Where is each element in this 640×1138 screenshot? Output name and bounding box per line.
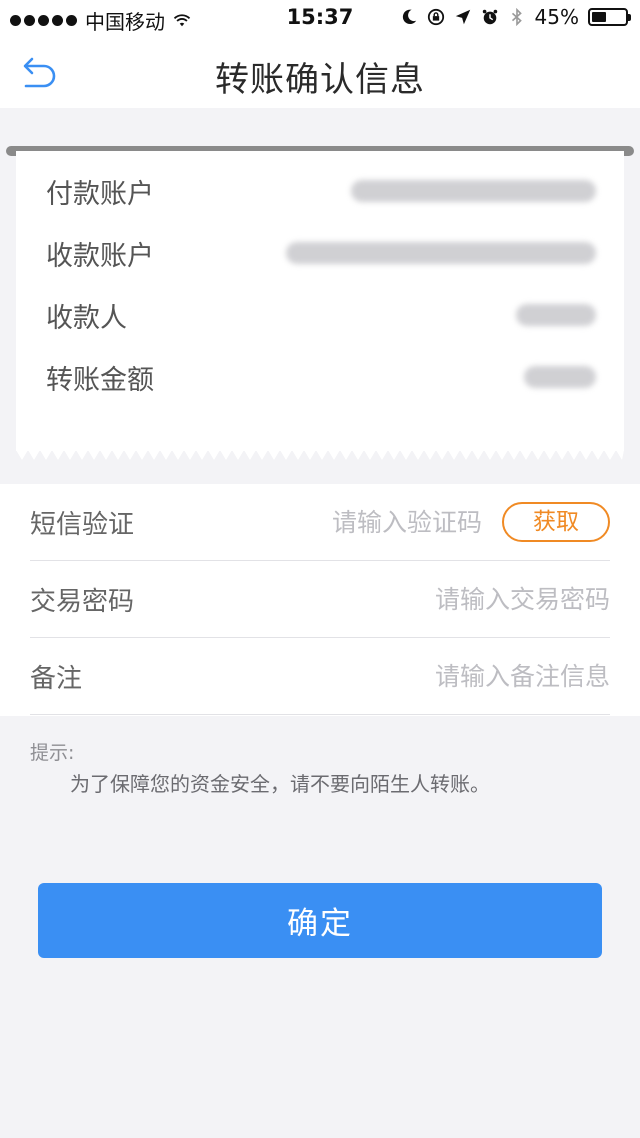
note-row: 备注 [30, 638, 610, 715]
receipt-row-payer: 付款账户 [46, 171, 596, 211]
receipt-label: 收款账户 [46, 240, 154, 272]
orientation-lock-icon [427, 8, 444, 26]
receipt-row-payee: 收款人 [46, 295, 596, 335]
battery-fill [592, 12, 606, 22]
receipt-card: 付款账户 收款账户 收款人 转账金额 [16, 151, 624, 451]
status-bar: 中国移动 15:37 45% [0, 0, 640, 36]
note-label: 备注 [30, 663, 83, 694]
sms-row: 短信验证 获取 [30, 484, 610, 561]
receipt-torn-edge [16, 440, 624, 460]
redacted-value [516, 304, 596, 326]
redacted-value [286, 242, 596, 264]
nav-bar: 转账确认信息 [0, 36, 640, 108]
location-arrow-icon [455, 9, 470, 25]
verification-form: 短信验证 获取 交易密码 备注 [0, 484, 640, 716]
redacted-value [524, 366, 596, 388]
sms-right: 获取 [322, 502, 610, 542]
page-title: 转账确认信息 [215, 60, 425, 100]
battery-percent: 45% [534, 5, 579, 29]
get-code-button[interactable]: 获取 [502, 502, 610, 542]
tip-title: 提示: [30, 742, 75, 764]
receipt-row-payee-account: 收款账户 [46, 233, 596, 273]
password-label: 交易密码 [30, 586, 135, 617]
receipt-label: 收款人 [46, 302, 127, 334]
receipt-label: 转账金额 [46, 364, 154, 396]
alarm-icon [482, 9, 497, 25]
confirm-button[interactable]: 确定 [38, 883, 602, 958]
sms-label: 短信验证 [30, 509, 135, 540]
password-row: 交易密码 [30, 561, 610, 638]
receipt-label: 付款账户 [46, 178, 154, 210]
tip-text: 为了保障您的资金安全，请不要向陌生人转账。 [70, 772, 490, 796]
status-bar-right: 45% [400, 5, 631, 29]
receipt-row-amount: 转账金额 [46, 357, 596, 397]
note-input[interactable] [310, 661, 610, 691]
bluetooth-icon [511, 8, 522, 26]
battery-icon [588, 8, 631, 26]
moon-icon [402, 9, 416, 25]
password-input[interactable] [310, 584, 610, 614]
screen: 中国移动 15:37 45% 转账确认信息 付款账户 收款账户 收款人 转账金额… [0, 0, 640, 1138]
sms-code-input[interactable] [322, 507, 482, 537]
redacted-value [351, 180, 596, 202]
